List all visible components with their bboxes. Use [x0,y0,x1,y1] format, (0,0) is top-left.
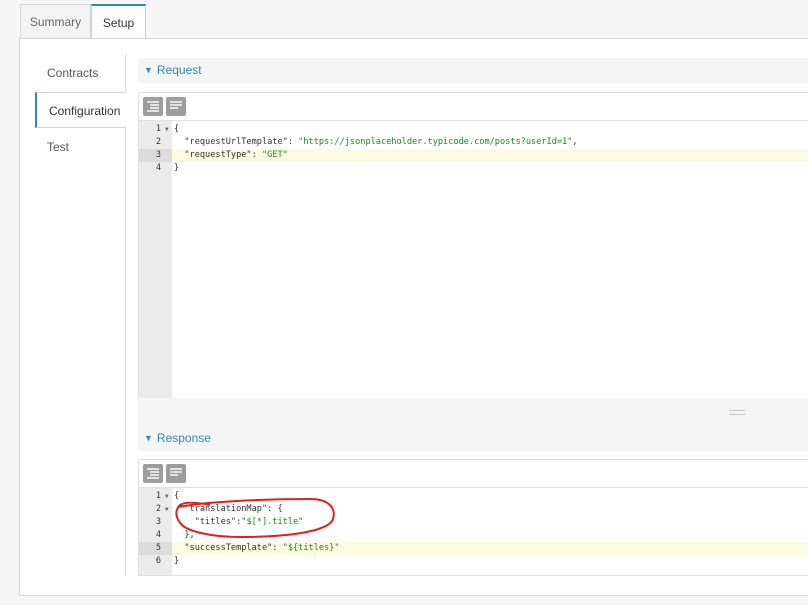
line-number: 3 [139,149,172,162]
resize-bar[interactable] [138,398,808,426]
code-text: "requestType": "GET" [174,150,288,160]
compact-icon[interactable] [166,464,186,483]
caret-down-icon: ▼ [144,65,153,75]
code-line[interactable]: 6} [139,555,808,568]
caret-down-icon: ▼ [144,433,153,443]
sidebar-item-contracts[interactable]: Contracts [35,55,126,91]
resize-grip-icon[interactable] [729,410,745,415]
line-number: 3 [155,517,161,527]
code-line[interactable]: 1 ▼{ [139,123,808,136]
line-number: 5 [139,542,172,555]
fold-toggle-icon[interactable]: ▼ [165,123,169,136]
sidebar-item-test[interactable]: Test [35,129,126,165]
request-header-label: Request [156,63,202,77]
compact-icon[interactable] [166,97,186,116]
code-line[interactable]: 5 "successTemplate": "${titles}" [139,542,808,555]
line-number: 6 [155,556,161,566]
request-section-header[interactable]: ▼ Request [138,58,808,83]
code-line[interactable]: 3 "requestType": "GET" [139,149,808,162]
format-icon[interactable] [143,97,163,116]
fold-toggle-icon[interactable]: ▼ [165,503,169,516]
tab-setup[interactable]: Setup [91,4,146,39]
code-line[interactable]: 4} [139,162,808,175]
response-toolbar [138,459,808,487]
response-section-header[interactable]: ▼ Response [138,426,808,451]
fold-toggle-icon[interactable]: ▼ [165,490,169,503]
line-number: 4 [155,530,161,540]
format-icon[interactable] [143,464,163,483]
code-text: { [174,124,180,134]
code-text: "requestUrlTemplate": "https://jsonplace… [174,137,578,147]
tab-summary[interactable]: Summary [20,4,91,38]
code-text: } [174,556,180,566]
request-toolbar [138,92,808,120]
code-line[interactable]: 2 "requestUrlTemplate": "https://jsonpla… [139,136,808,149]
request-editor[interactable]: 1 ▼{2 "requestUrlTemplate": "https://json… [138,120,808,400]
line-number: 4 [155,163,161,173]
sidebar-item-configuration[interactable]: Configuration [35,92,127,128]
code-text: "successTemplate": "${titles}" [174,543,340,553]
response-header-label: Response [156,431,211,445]
sidebar: Contracts Configuration Test [35,55,127,576]
line-number: 2 [155,137,161,147]
code-text: } [174,163,180,173]
annotation-circle [175,497,335,539]
